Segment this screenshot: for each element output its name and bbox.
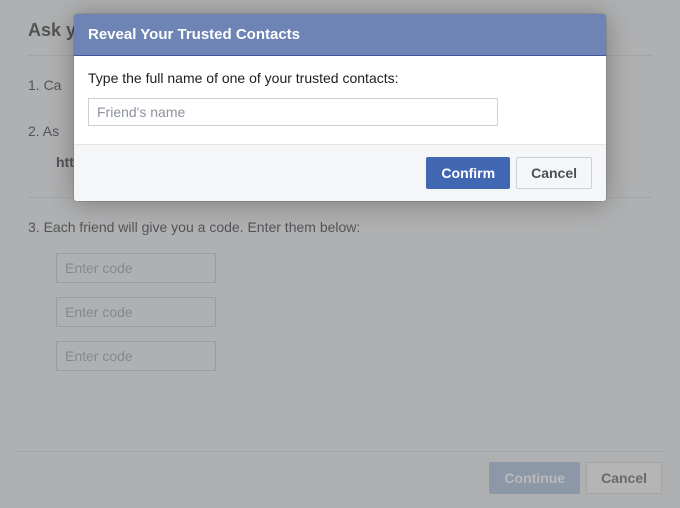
confirm-button[interactable]: Confirm [426,157,510,189]
modal-overlay: Reveal Your Trusted Contacts Type the fu… [0,0,680,508]
modal-cancel-button[interactable]: Cancel [516,157,592,189]
modal-footer: Confirm Cancel [74,144,606,201]
reveal-contacts-modal: Reveal Your Trusted Contacts Type the fu… [74,14,606,201]
friend-name-input[interactable] [88,98,498,126]
modal-title: Reveal Your Trusted Contacts [74,14,606,56]
modal-body: Type the full name of one of your truste… [74,56,606,144]
modal-prompt: Type the full name of one of your truste… [88,70,592,86]
